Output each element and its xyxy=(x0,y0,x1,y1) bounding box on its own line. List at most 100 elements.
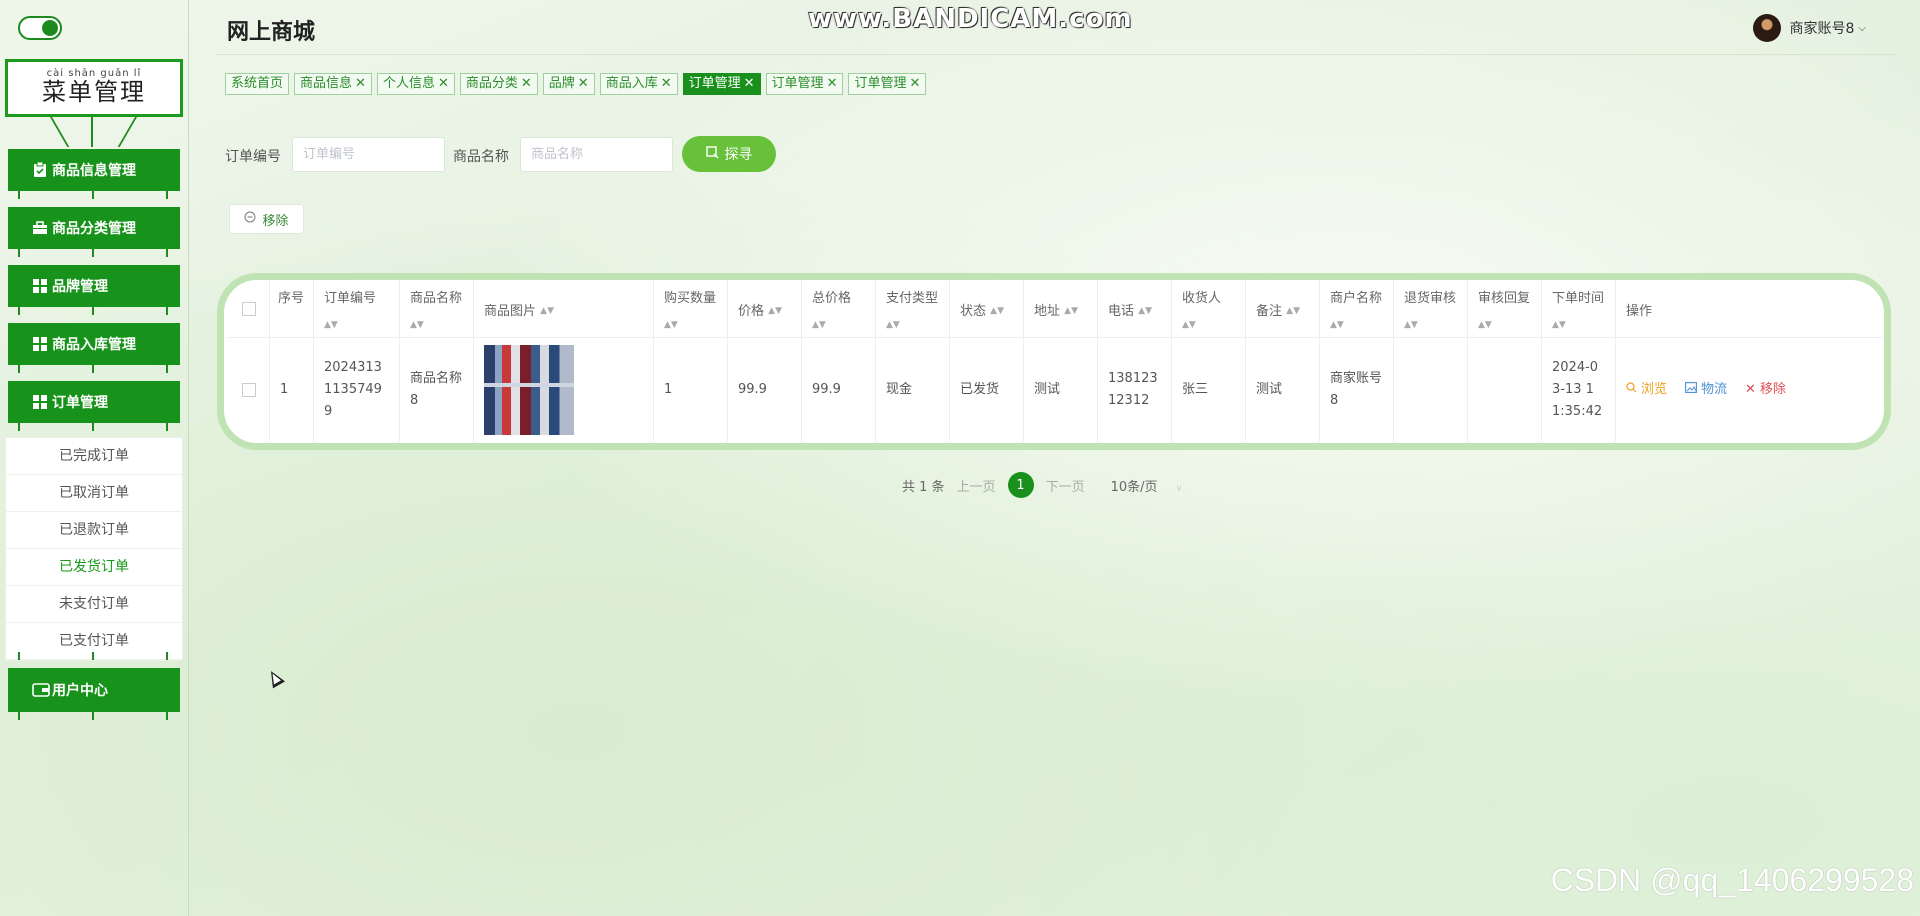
logistics-button[interactable]: 物流 xyxy=(1685,379,1727,401)
header-review-reply: 审核回复 xyxy=(1478,291,1531,306)
page-size-select[interactable]: 10条/页 ∨ xyxy=(1111,476,1183,495)
tab-product-category[interactable]: 商品分类 ✕ xyxy=(459,73,538,95)
select-all-checkbox[interactable] xyxy=(241,301,256,316)
avatar xyxy=(1753,14,1782,42)
product-image[interactable] xyxy=(484,345,574,435)
bandicam-watermark: www.BANDICAM.com xyxy=(808,4,1133,34)
sidebar-item-product-category[interactable]: 商品分类管理 xyxy=(8,207,180,249)
tab-order-management-active[interactable]: 订单管理 ✕ xyxy=(682,73,761,95)
menu-ticks xyxy=(8,249,180,257)
submenu-shipped-orders[interactable]: 已发货订单 xyxy=(6,549,182,586)
sort-icon[interactable]: ▲▼ xyxy=(1404,320,1418,330)
close-icon[interactable]: ✕ xyxy=(438,76,449,91)
cell-total: 99.9 xyxy=(812,382,841,397)
menu-title: cài shān guǎn lǐ 菜单管理 xyxy=(5,59,183,117)
tab-order-management[interactable]: 订单管理 ✕ xyxy=(848,73,927,95)
sort-icon[interactable]: ▲▼ xyxy=(990,299,1004,324)
tab-home[interactable]: 系统首页 xyxy=(225,73,290,95)
menu-ticks xyxy=(8,365,180,373)
close-icon[interactable]: ✕ xyxy=(355,76,366,91)
sidebar-item-user-center[interactable]: 用户中心 xyxy=(8,668,180,712)
close-icon[interactable]: ✕ xyxy=(661,76,672,91)
column-remark: 备注 ▲▼ 测试 xyxy=(1246,280,1320,442)
sort-icon[interactable]: ▲▼ xyxy=(1478,320,1492,330)
sidebar-item-stock-in[interactable]: 商品入库管理 xyxy=(8,323,180,365)
sort-icon[interactable]: ▲▼ xyxy=(324,320,338,330)
close-icon[interactable]: ✕ xyxy=(744,76,755,91)
close-icon[interactable]: ✕ xyxy=(909,76,920,91)
header-return-review: 退货审核 xyxy=(1404,291,1457,306)
batch-remove-button[interactable]: 移除 xyxy=(229,204,304,234)
view-button[interactable]: 浏览 xyxy=(1626,379,1667,401)
order-no-label: 订单编号 xyxy=(225,149,281,165)
close-icon[interactable]: ✕ xyxy=(521,76,532,91)
tab-stock-in[interactable]: 商品入库 ✕ xyxy=(599,73,678,95)
column-phone: 电话 ▲▼ 13812312312 xyxy=(1098,280,1172,442)
sort-icon[interactable]: ▲▼ xyxy=(1064,299,1078,324)
sort-icon[interactable]: ▲▼ xyxy=(1182,320,1196,330)
submenu-cancelled-orders[interactable]: 已取消订单 xyxy=(6,475,182,512)
prev-page-button[interactable]: 上一页 xyxy=(957,476,996,495)
briefcase-icon xyxy=(32,220,48,236)
sort-icon[interactable]: ▲▼ xyxy=(540,299,554,324)
sort-icon[interactable]: ▲▼ xyxy=(1552,320,1566,330)
remove-button[interactable]: ✕ 移除 xyxy=(1745,379,1786,401)
tab-brand[interactable]: 品牌 ✕ xyxy=(542,73,595,95)
row-checkbox[interactable] xyxy=(241,383,256,397)
order-submenu: 已完成订单 已取消订单 已退款订单 已发货订单 未支付订单 已支付订单 xyxy=(6,438,182,660)
close-icon[interactable]: ✕ xyxy=(827,76,838,91)
pagination: 共 1 条 上一页 1 下一页 10条/页 ∨ xyxy=(902,472,1182,498)
mouse-cursor-icon xyxy=(264,667,286,689)
sort-icon[interactable]: ▲▼ xyxy=(886,320,900,330)
tab-product-info[interactable]: 商品信息 ✕ xyxy=(294,73,372,95)
sidebar-item-label: 商品入库管理 xyxy=(52,337,136,353)
submenu-completed-orders[interactable]: 已完成订单 xyxy=(6,438,182,475)
sidebar-toggle[interactable] xyxy=(18,16,62,40)
column-product-name: 商品名称 ▲▼ 商品名称8 xyxy=(400,280,474,442)
search-button[interactable]: 探寻 xyxy=(682,136,776,172)
toggle-knob xyxy=(42,20,58,36)
sidebar-item-brand[interactable]: 品牌管理 xyxy=(8,265,180,307)
column-merchant: 商户名称 ▲▼ 商家账号8 xyxy=(1320,280,1394,442)
product-name-label: 商品名称 xyxy=(453,149,509,165)
column-order-no: 订单编号 ▲▼ 20243131135749 9 xyxy=(314,280,400,442)
close-icon[interactable]: ✕ xyxy=(578,76,589,91)
next-page-button[interactable]: 下一页 xyxy=(1046,476,1085,495)
sort-icon[interactable]: ▲▼ xyxy=(1138,299,1152,324)
menu-ticks xyxy=(8,191,180,199)
column-actions: 操作 浏览 物流 ✕ 移除 xyxy=(1616,280,1882,442)
page-size-label: 10条/页 xyxy=(1110,479,1158,495)
header-address: 地址 xyxy=(1034,304,1061,319)
sort-icon[interactable]: ▲▼ xyxy=(812,320,826,330)
sidebar-item-product-info[interactable]: 商品信息管理 xyxy=(8,149,180,191)
tab-label: 订单管理 xyxy=(771,76,824,91)
header-order-no: 订单编号 xyxy=(324,291,377,306)
current-page[interactable]: 1 xyxy=(1007,472,1034,498)
menu-ticks xyxy=(8,652,180,660)
sort-icon[interactable]: ▲▼ xyxy=(1330,320,1344,330)
sort-icon[interactable]: ▲▼ xyxy=(1286,299,1300,324)
header-product-image: 商品图片 xyxy=(484,304,537,319)
sort-icon[interactable]: ▲▼ xyxy=(664,320,678,330)
submenu-unpaid-orders[interactable]: 未支付订单 xyxy=(6,586,182,623)
header-actions: 操作 xyxy=(1626,304,1653,319)
column-product-image: 商品图片 ▲▼ xyxy=(474,280,654,442)
close-icon: ✕ xyxy=(1745,382,1756,397)
tab-personal-info[interactable]: 个人信息 ✕ xyxy=(376,73,455,95)
order-no-input[interactable] xyxy=(292,137,445,172)
column-order-time: 下单时间 ▲▼ 2024-03-13 11:35:42 xyxy=(1542,280,1616,442)
total-count: 共 1 条 xyxy=(902,479,945,495)
menu-title-connector xyxy=(50,117,70,147)
sort-icon[interactable]: ▲▼ xyxy=(410,320,424,330)
tab-label: 订单管理 xyxy=(854,76,907,91)
product-name-input[interactable] xyxy=(520,137,673,172)
remove-label: 移除 xyxy=(262,213,289,229)
tab-order-management[interactable]: 订单管理 ✕ xyxy=(765,73,844,95)
column-price: 价格 ▲▼ 99.9 xyxy=(728,280,802,442)
user-menu[interactable]: 商家账号8 ⌵ xyxy=(1753,14,1866,42)
sort-icon[interactable]: ▲▼ xyxy=(768,299,782,324)
column-status: 状态 ▲▼ 已发货 xyxy=(950,280,1024,442)
sidebar-item-order-management[interactable]: 订单管理 xyxy=(8,381,180,423)
submenu-refunded-orders[interactable]: 已退款订单 xyxy=(6,512,182,549)
search-button-label: 探寻 xyxy=(724,147,753,163)
